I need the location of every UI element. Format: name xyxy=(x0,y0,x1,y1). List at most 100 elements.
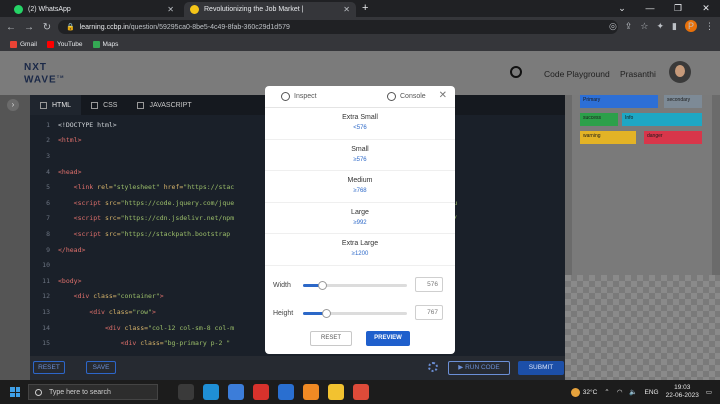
expand-panel-icon[interactable]: › xyxy=(7,99,19,111)
breakpoint-name: Extra Large xyxy=(341,240,379,248)
language-indicator[interactable]: ENG xyxy=(645,389,659,396)
breakpoint-px: ≥1200 xyxy=(351,251,369,258)
windows-start-icon[interactable] xyxy=(10,387,20,397)
breakpoint-option[interactable]: Large ≥992 xyxy=(265,203,455,235)
width-row: Width 576 xyxy=(265,276,455,294)
radio-icon[interactable] xyxy=(281,92,290,101)
tab-javascript[interactable]: JAVASCRIPT xyxy=(127,95,201,115)
radio-icon[interactable] xyxy=(387,92,396,101)
back-icon[interactable]: ← xyxy=(4,22,18,33)
vlc-icon[interactable] xyxy=(303,384,319,400)
share-icon[interactable]: ⇪ xyxy=(625,21,633,32)
line-number: 8 xyxy=(46,229,50,238)
close-window-button[interactable]: ✕ xyxy=(692,0,720,17)
url-bar[interactable]: 🔒 learning.ccbp.in /question/59295ca0-8b… xyxy=(58,20,618,34)
height-input[interactable]: 767 xyxy=(415,305,443,320)
tab-html[interactable]: HTML xyxy=(30,95,82,115)
breakpoint-option[interactable]: Extra Small <576 xyxy=(265,108,455,140)
height-slider[interactable] xyxy=(303,309,407,318)
breakpoint-option[interactable]: Medium ≥768 xyxy=(265,171,455,203)
close-tab-icon[interactable]: ✕ xyxy=(337,5,350,14)
bookmark-star-icon[interactable]: ☆ xyxy=(640,21,648,32)
weather-widget[interactable]: 32°C xyxy=(570,387,597,397)
windows-taskbar: Type here to search 32°C ⌃ ◠ 🔈 ENG 19:03… xyxy=(0,380,720,404)
width-slider-handle[interactable] xyxy=(317,281,327,290)
browser-tab-whatsapp[interactable]: (2) WhatsApp ✕ xyxy=(8,2,180,17)
code-playground-link[interactable]: Code Playground xyxy=(544,69,610,79)
taskbar-search-box[interactable]: Type here to search xyxy=(28,384,158,400)
tab-label: CSS xyxy=(103,101,118,109)
menu-kebab-icon[interactable]: ⋮ xyxy=(705,21,714,32)
bookmark-label: Maps xyxy=(102,40,119,48)
reload-icon[interactable]: ↻ xyxy=(40,22,54,33)
breakpoint-name: Large xyxy=(351,208,369,216)
breakpoint-option[interactable]: Small ≥576 xyxy=(265,140,455,172)
address-toolbar: ← → ↻ 🔒 learning.ccbp.in /question/59295… xyxy=(0,17,720,37)
preview-button[interactable]: PREVIEW xyxy=(366,331,410,346)
mail-icon[interactable] xyxy=(278,384,294,400)
new-tab-button[interactable]: + xyxy=(362,2,368,14)
maps-icon xyxy=(92,40,100,48)
tray-chevron-icon[interactable]: ⌃ xyxy=(604,388,609,396)
nxtwave-logo[interactable]: NXT WAVETM xyxy=(24,63,65,85)
avatar[interactable] xyxy=(669,61,691,83)
tab-label: HTML xyxy=(52,101,72,109)
console-option[interactable]: Console xyxy=(387,92,426,101)
line-number: 5 xyxy=(46,183,50,192)
profile-avatar[interactable]: P xyxy=(685,20,697,32)
height-label: Height xyxy=(273,309,294,317)
line-number: 10 xyxy=(42,261,50,270)
side-panel-icon[interactable]: ▮ xyxy=(672,21,677,32)
tab-search-icon[interactable]: ⌄ xyxy=(608,0,636,17)
timer-icon[interactable] xyxy=(510,66,522,78)
wps-icon[interactable] xyxy=(253,384,269,400)
tab-title: Revolutionizing the Job Market | xyxy=(204,6,304,13)
code-text: <div class="row"> xyxy=(89,307,156,316)
task-view-icon[interactable] xyxy=(178,384,194,400)
close-tab-icon[interactable]: ✕ xyxy=(161,5,174,14)
file-explorer-icon[interactable] xyxy=(328,384,344,400)
width-input[interactable]: 576 xyxy=(415,277,443,292)
reset-button[interactable]: RESET xyxy=(310,331,352,346)
save-button[interactable]: SAVE xyxy=(86,361,116,374)
user-name: Prasanthi xyxy=(620,69,656,79)
edge-icon[interactable] xyxy=(203,384,219,400)
breakpoint-name: Extra Small xyxy=(342,114,378,121)
google-lens-icon[interactable]: ◎ xyxy=(609,21,617,32)
volume-icon[interactable]: 🔈 xyxy=(629,388,637,396)
line-number: 3 xyxy=(46,151,50,160)
chrome-icon[interactable] xyxy=(353,384,369,400)
lock-icon[interactable]: 🔒 xyxy=(66,23,75,31)
bookmark-gmail[interactable]: Gmail xyxy=(10,40,37,48)
submit-button[interactable]: SUBMIT xyxy=(518,361,564,375)
settings-gear-icon[interactable] xyxy=(428,362,438,372)
notifications-icon[interactable]: ▭ xyxy=(706,388,712,396)
forward-icon[interactable]: → xyxy=(22,22,36,33)
line-number: 14 xyxy=(42,323,50,332)
code-text: <!DOCTYPE html> xyxy=(58,120,117,129)
store-icon[interactable] xyxy=(228,384,244,400)
maximize-button[interactable]: ❐ xyxy=(664,0,692,17)
minimize-button[interactable]: — xyxy=(636,0,664,17)
width-label: Width xyxy=(273,281,291,289)
taskbar-clock[interactable]: 19:03 22-06-2023 xyxy=(666,384,699,400)
run-code-button[interactable]: ▶ RUN CODE xyxy=(448,361,510,375)
window-controls: ⌄ — ❐ ✕ xyxy=(608,0,720,17)
height-slider-handle[interactable] xyxy=(321,309,331,318)
line-number: 13 xyxy=(42,307,50,316)
code-text: <div class="container"> xyxy=(73,292,164,301)
line-number: 9 xyxy=(46,245,50,254)
close-icon[interactable]: ✕ xyxy=(439,90,447,101)
wifi-icon[interactable]: ◠ xyxy=(617,388,623,396)
bookmark-youtube[interactable]: YouTube xyxy=(46,40,83,48)
breakpoint-option[interactable]: Extra Large ≥1200 xyxy=(265,234,455,266)
bookmark-maps[interactable]: Maps xyxy=(92,40,119,48)
output-preview: Primary secondary success Info warning danger xyxy=(565,95,720,380)
browser-tab-active[interactable]: Revolutionizing the Job Market | ✕ xyxy=(184,2,356,17)
breakpoint-name: Medium xyxy=(347,177,373,185)
width-slider[interactable] xyxy=(303,281,407,290)
inspect-option[interactable]: Inspect xyxy=(281,92,317,101)
extensions-icon[interactable]: ✦ xyxy=(657,21,665,32)
tab-css[interactable]: CSS xyxy=(81,95,127,115)
reset-code-button[interactable]: RESET xyxy=(33,361,65,374)
